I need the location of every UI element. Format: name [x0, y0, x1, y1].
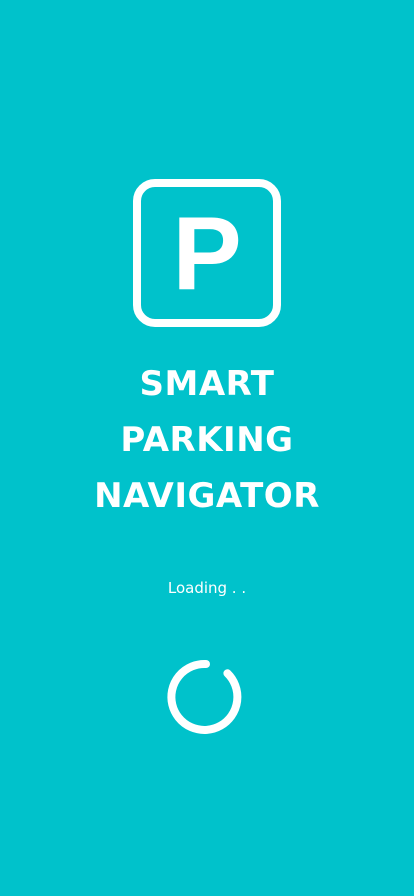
- loading-spinner-icon: [167, 659, 242, 734]
- parking-logo-letter: P: [172, 196, 242, 312]
- splash-screen: P SMART PARKING NAVIGATOR Loading . .: [0, 0, 414, 896]
- app-title-line-3: NAVIGATOR: [94, 476, 320, 516]
- app-title-line-2: PARKING: [120, 420, 294, 460]
- parking-sign-icon: P: [133, 179, 281, 327]
- app-title-line-1: SMART: [139, 364, 275, 404]
- loading-text: Loading . .: [167, 579, 247, 597]
